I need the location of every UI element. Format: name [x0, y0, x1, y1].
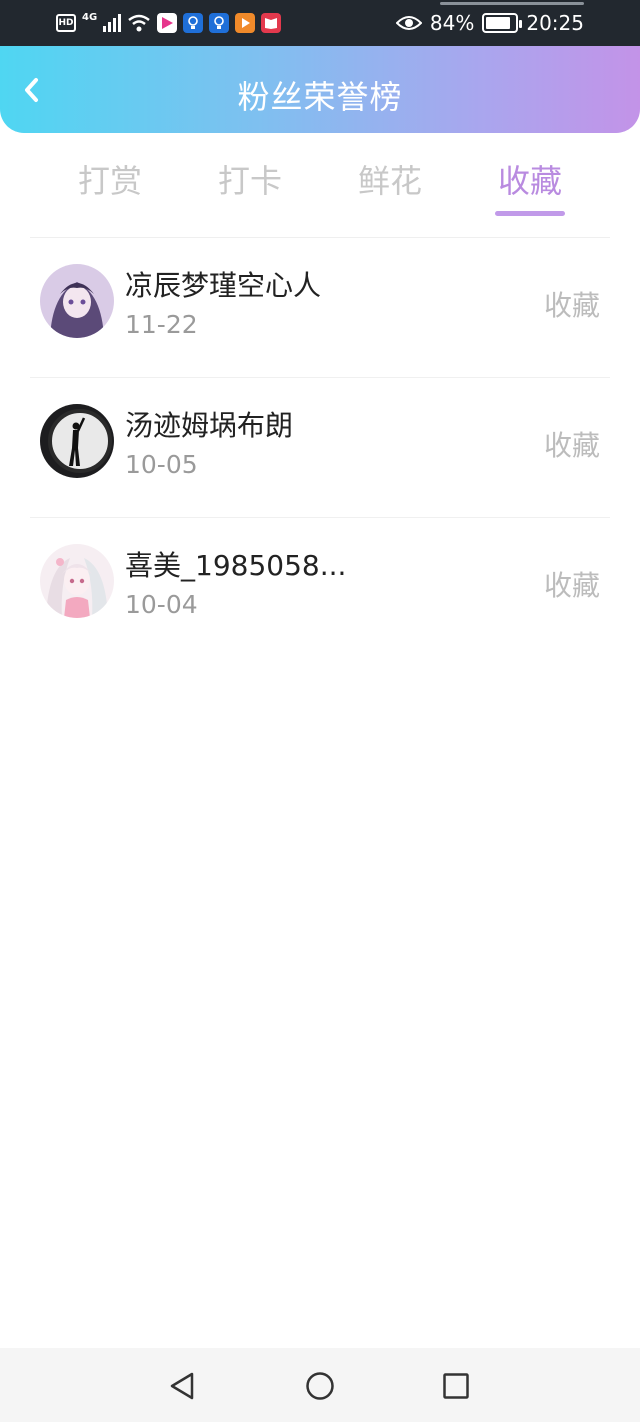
avatar[interactable]: [40, 544, 114, 618]
record-date: 10-04: [125, 590, 198, 619]
user-name: 汤迹姆埚布朗: [125, 409, 294, 442]
tab-checkin[interactable]: 打卡: [180, 150, 320, 220]
nav-recents-button[interactable]: [440, 1370, 472, 1402]
nav-home-button[interactable]: [304, 1370, 336, 1402]
user-name: 凉辰梦瑾空心人: [125, 269, 322, 302]
tab-tip[interactable]: 打赏: [40, 150, 180, 220]
video-app-icon: [157, 13, 178, 33]
fan-list: 凉辰梦瑾空心人 11-22 收藏 汤迹姆埚布朗 10-05 收藏 喜美_1985…: [0, 238, 640, 658]
tab-label: 鲜花: [357, 162, 422, 200]
page-title: 粉丝荣誉榜: [237, 78, 403, 116]
battery-icon: [482, 13, 523, 33]
status-left: HD 4G: [56, 10, 282, 36]
avatar[interactable]: [40, 264, 114, 338]
record-date: 10-05: [125, 450, 198, 479]
user-name: 喜美_1985058...: [125, 549, 347, 582]
status-indicator-line: [440, 2, 584, 5]
record-type: 收藏: [543, 429, 600, 462]
record-date: 11-22: [125, 310, 198, 339]
list-item[interactable]: 凉辰梦瑾空心人 11-22 收藏: [0, 238, 640, 378]
header-bar: 粉丝荣誉榜: [0, 46, 640, 133]
hd-icon: HD: [56, 14, 76, 32]
page: HD 4G 84% 20:25 粉丝荣誉榜 打赏 打卡 鲜花 收藏 凉辰梦瑾空心…: [0, 0, 640, 1422]
battery-percent: 84%: [429, 11, 475, 35]
record-type: 收藏: [543, 569, 600, 602]
wifi-icon: [128, 14, 150, 32]
network-type: 4G: [82, 11, 98, 23]
bulb-app-icon: [183, 13, 204, 33]
play-app-icon: [235, 13, 256, 33]
tab-label: 打赏: [77, 162, 142, 200]
tab-label: 收藏: [497, 162, 562, 200]
tab-flowers[interactable]: 鲜花: [320, 150, 460, 220]
list-item[interactable]: 汤迹姆埚布朗 10-05 收藏: [0, 378, 640, 518]
tab-favorites[interactable]: 收藏: [460, 150, 600, 220]
signal-icon: [103, 14, 122, 32]
system-nav-bar: [0, 1348, 640, 1422]
tab-bar: 打赏 打卡 鲜花 收藏: [40, 150, 600, 220]
clock: 20:25: [526, 11, 584, 35]
list-item[interactable]: 喜美_1985058... 10-04 收藏: [0, 518, 640, 658]
square-recents-icon: [443, 1373, 469, 1399]
status-bar: HD 4G 84% 20:25: [0, 0, 640, 46]
active-tab-indicator: [495, 211, 565, 216]
tab-label: 打卡: [217, 162, 282, 200]
bulb-app-icon: [209, 13, 230, 33]
avatar[interactable]: [40, 404, 114, 478]
triangle-back-icon: [170, 1372, 194, 1400]
battery-level: [486, 17, 510, 29]
book-app-icon: [261, 13, 282, 33]
status-right: 84% 20:25: [395, 10, 584, 36]
nav-back-button[interactable]: [166, 1370, 198, 1402]
circle-home-icon: [306, 1372, 334, 1400]
record-type: 收藏: [543, 289, 600, 322]
eye-icon: [395, 16, 422, 30]
